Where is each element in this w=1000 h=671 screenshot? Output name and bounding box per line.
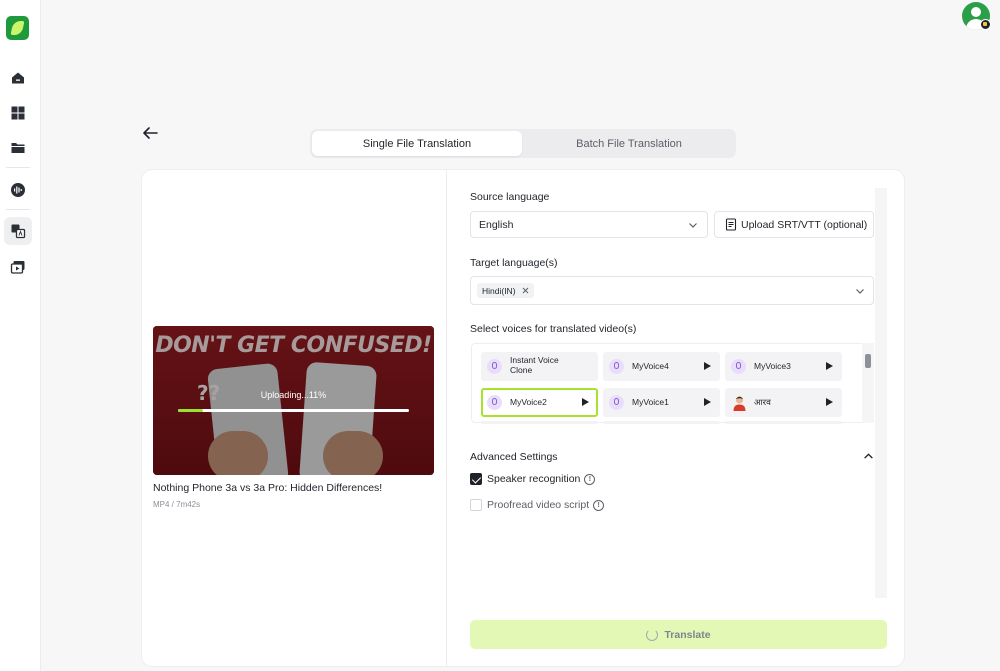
upload-subtitle-button[interactable]: Upload SRT/VTT (optional) [714, 211, 874, 238]
sidebar-item-translate[interactable] [4, 217, 32, 245]
upload-subtitle-label: Upload SRT/VTT (optional) [741, 218, 868, 231]
translate-label: Translate [664, 628, 711, 641]
voice-lock-icon [731, 359, 746, 374]
sidebar-divider [6, 167, 30, 168]
video-meta: MP4 / 7m42s [153, 500, 201, 509]
play-icon[interactable] [704, 398, 711, 406]
app-logo[interactable] [6, 16, 29, 40]
voice-option-myvoice2[interactable]: MyVoice2 [481, 388, 598, 417]
source-language-value: English [479, 218, 514, 231]
video-thumbnail: DON'T GET CONFUSED! ?? Uploading...11% [153, 326, 434, 475]
play-icon[interactable] [826, 362, 833, 370]
voice-lock-icon [487, 395, 502, 410]
voice-option-partial [603, 421, 720, 424]
document-icon [725, 218, 737, 231]
chevron-down-icon [856, 289, 864, 294]
chevron-up-icon[interactable] [863, 451, 874, 462]
proofread-option: Proofread video script ! [487, 499, 605, 511]
proofread-checkbox[interactable] [470, 499, 482, 511]
advanced-settings-header[interactable]: Advanced Settings [470, 451, 558, 463]
folder-icon [11, 143, 25, 153]
play-icon[interactable] [582, 398, 589, 406]
panel-scrollbar[interactable] [875, 188, 887, 598]
voice-name: MyVoice4 [632, 361, 669, 371]
tab-single-file[interactable]: Single File Translation [312, 131, 522, 156]
sidebar-item-files[interactable] [4, 134, 32, 162]
chip-label: Hindi(IN) [482, 285, 516, 296]
grid-icon [11, 106, 25, 120]
proofread-label: Proofread video script [487, 499, 590, 511]
home-icon [12, 72, 24, 84]
speaker-recognition-label: Speaker recognition [487, 473, 581, 485]
voice-option-aarav[interactable]: आरव [725, 388, 842, 417]
tab-batch-file[interactable]: Batch File Translation [524, 131, 734, 156]
sidebar-item-dashboard[interactable] [4, 99, 32, 127]
audio-wave-icon [11, 183, 25, 197]
sidebar-divider [6, 209, 30, 210]
loading-spinner-icon [646, 628, 659, 641]
sidebar [0, 0, 41, 671]
voice-option-partial [725, 421, 842, 424]
voice-name: MyVoice1 [632, 397, 669, 407]
voice-name: MyVoice2 [510, 397, 547, 407]
voice-list-scroll-thumb[interactable] [865, 354, 871, 368]
voice-option-myvoice4[interactable]: MyVoice4 [603, 352, 720, 381]
sidebar-item-home[interactable] [4, 64, 32, 92]
chevron-down-icon [689, 223, 697, 228]
video-title: Nothing Phone 3a vs 3a Pro: Hidden Diffe… [153, 482, 383, 494]
voice-lock-icon [609, 359, 624, 374]
speaker-recognition-option: Speaker recognition ! [487, 473, 596, 485]
speaker-recognition-checkbox[interactable] [470, 473, 482, 485]
voice-name: आरव [754, 397, 771, 407]
premium-badge-icon [980, 19, 991, 30]
sidebar-item-video[interactable] [4, 253, 32, 281]
voice-option-partial [481, 421, 598, 424]
close-icon[interactable] [522, 287, 529, 294]
info-icon[interactable]: ! [584, 473, 596, 485]
sidebar-item-voice[interactable] [4, 176, 32, 204]
video-icon [10, 261, 25, 274]
info-icon[interactable]: ! [593, 499, 605, 511]
source-language-label: Source language [470, 191, 550, 203]
card-divider [446, 170, 447, 666]
translate-icon [11, 224, 26, 239]
voices-label: Select voices for translated video(s) [470, 323, 637, 335]
target-language-label: Target language(s) [470, 257, 558, 269]
translate-button[interactable]: Translate [470, 620, 887, 649]
source-language-select[interactable]: English [470, 211, 708, 238]
target-language-chip: Hindi(IN) [477, 283, 534, 298]
voice-option-myvoice3[interactable]: MyVoice3 [725, 352, 842, 381]
voice-option-instant-clone[interactable]: Instant Voice Clone [481, 352, 598, 381]
back-arrow-icon[interactable] [141, 124, 159, 142]
translation-mode-tabs: Single File Translation Batch File Trans… [310, 129, 736, 158]
upload-status: Uploading...11% [260, 390, 327, 400]
play-icon[interactable] [704, 362, 711, 370]
avatar-icon [733, 396, 746, 411]
upload-progress-bar [178, 409, 409, 412]
play-icon[interactable] [826, 398, 833, 406]
voice-lock-icon [609, 395, 624, 410]
instant-clone-icon [487, 359, 502, 374]
voice-name: MyVoice3 [754, 361, 791, 371]
voice-option-myvoice1[interactable]: MyVoice1 [603, 388, 720, 417]
voice-name: Instant Voice Clone [510, 355, 559, 375]
upload-progress-fill [178, 409, 204, 412]
